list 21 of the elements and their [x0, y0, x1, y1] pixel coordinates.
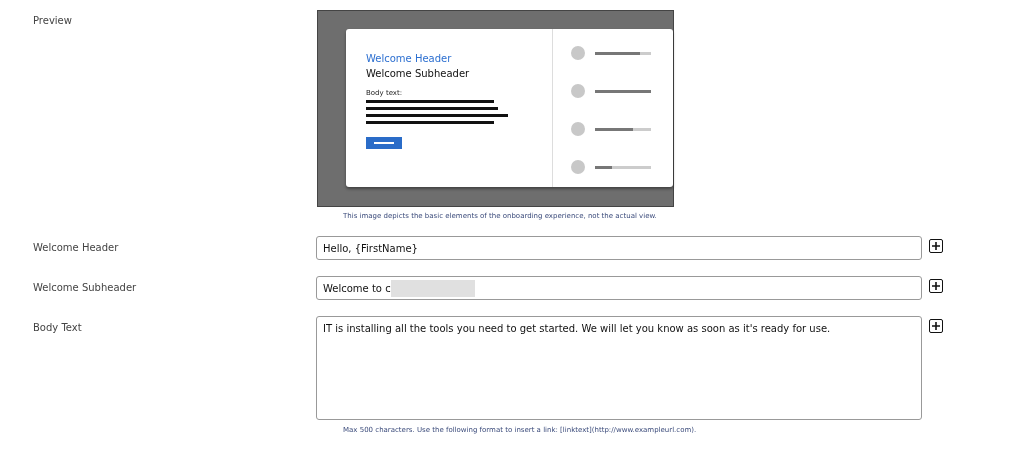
preview-button-drawing — [366, 137, 402, 149]
field-label: Welcome Header — [32, 241, 120, 255]
circle-icon — [571, 46, 585, 60]
progress-bar — [595, 165, 651, 169]
circle-icon — [571, 160, 585, 174]
circle-icon — [571, 122, 585, 136]
progress-bar — [595, 127, 651, 131]
add-icon[interactable] — [929, 279, 943, 293]
preview-subheader: Welcome Subheader — [366, 68, 470, 79]
add-icon[interactable] — [929, 239, 943, 253]
field-label: Body Text — [32, 321, 83, 335]
add-icon[interactable] — [929, 319, 943, 333]
progress-bar — [595, 51, 651, 55]
field-label: Preview — [32, 14, 73, 28]
progress-bar — [595, 89, 651, 93]
preview-header: Welcome Header — [366, 53, 452, 64]
field-label: Welcome Subheader — [32, 281, 138, 295]
circle-icon — [571, 84, 585, 98]
input-field[interactable]: Hello, {FirstName} — [316, 236, 922, 260]
text-area[interactable]: IT is installing all the tools you need to get started. We will let you know as soon as it's ready for use. — [316, 316, 922, 420]
input-field[interactable]: Welcome to c — [316, 276, 922, 300]
